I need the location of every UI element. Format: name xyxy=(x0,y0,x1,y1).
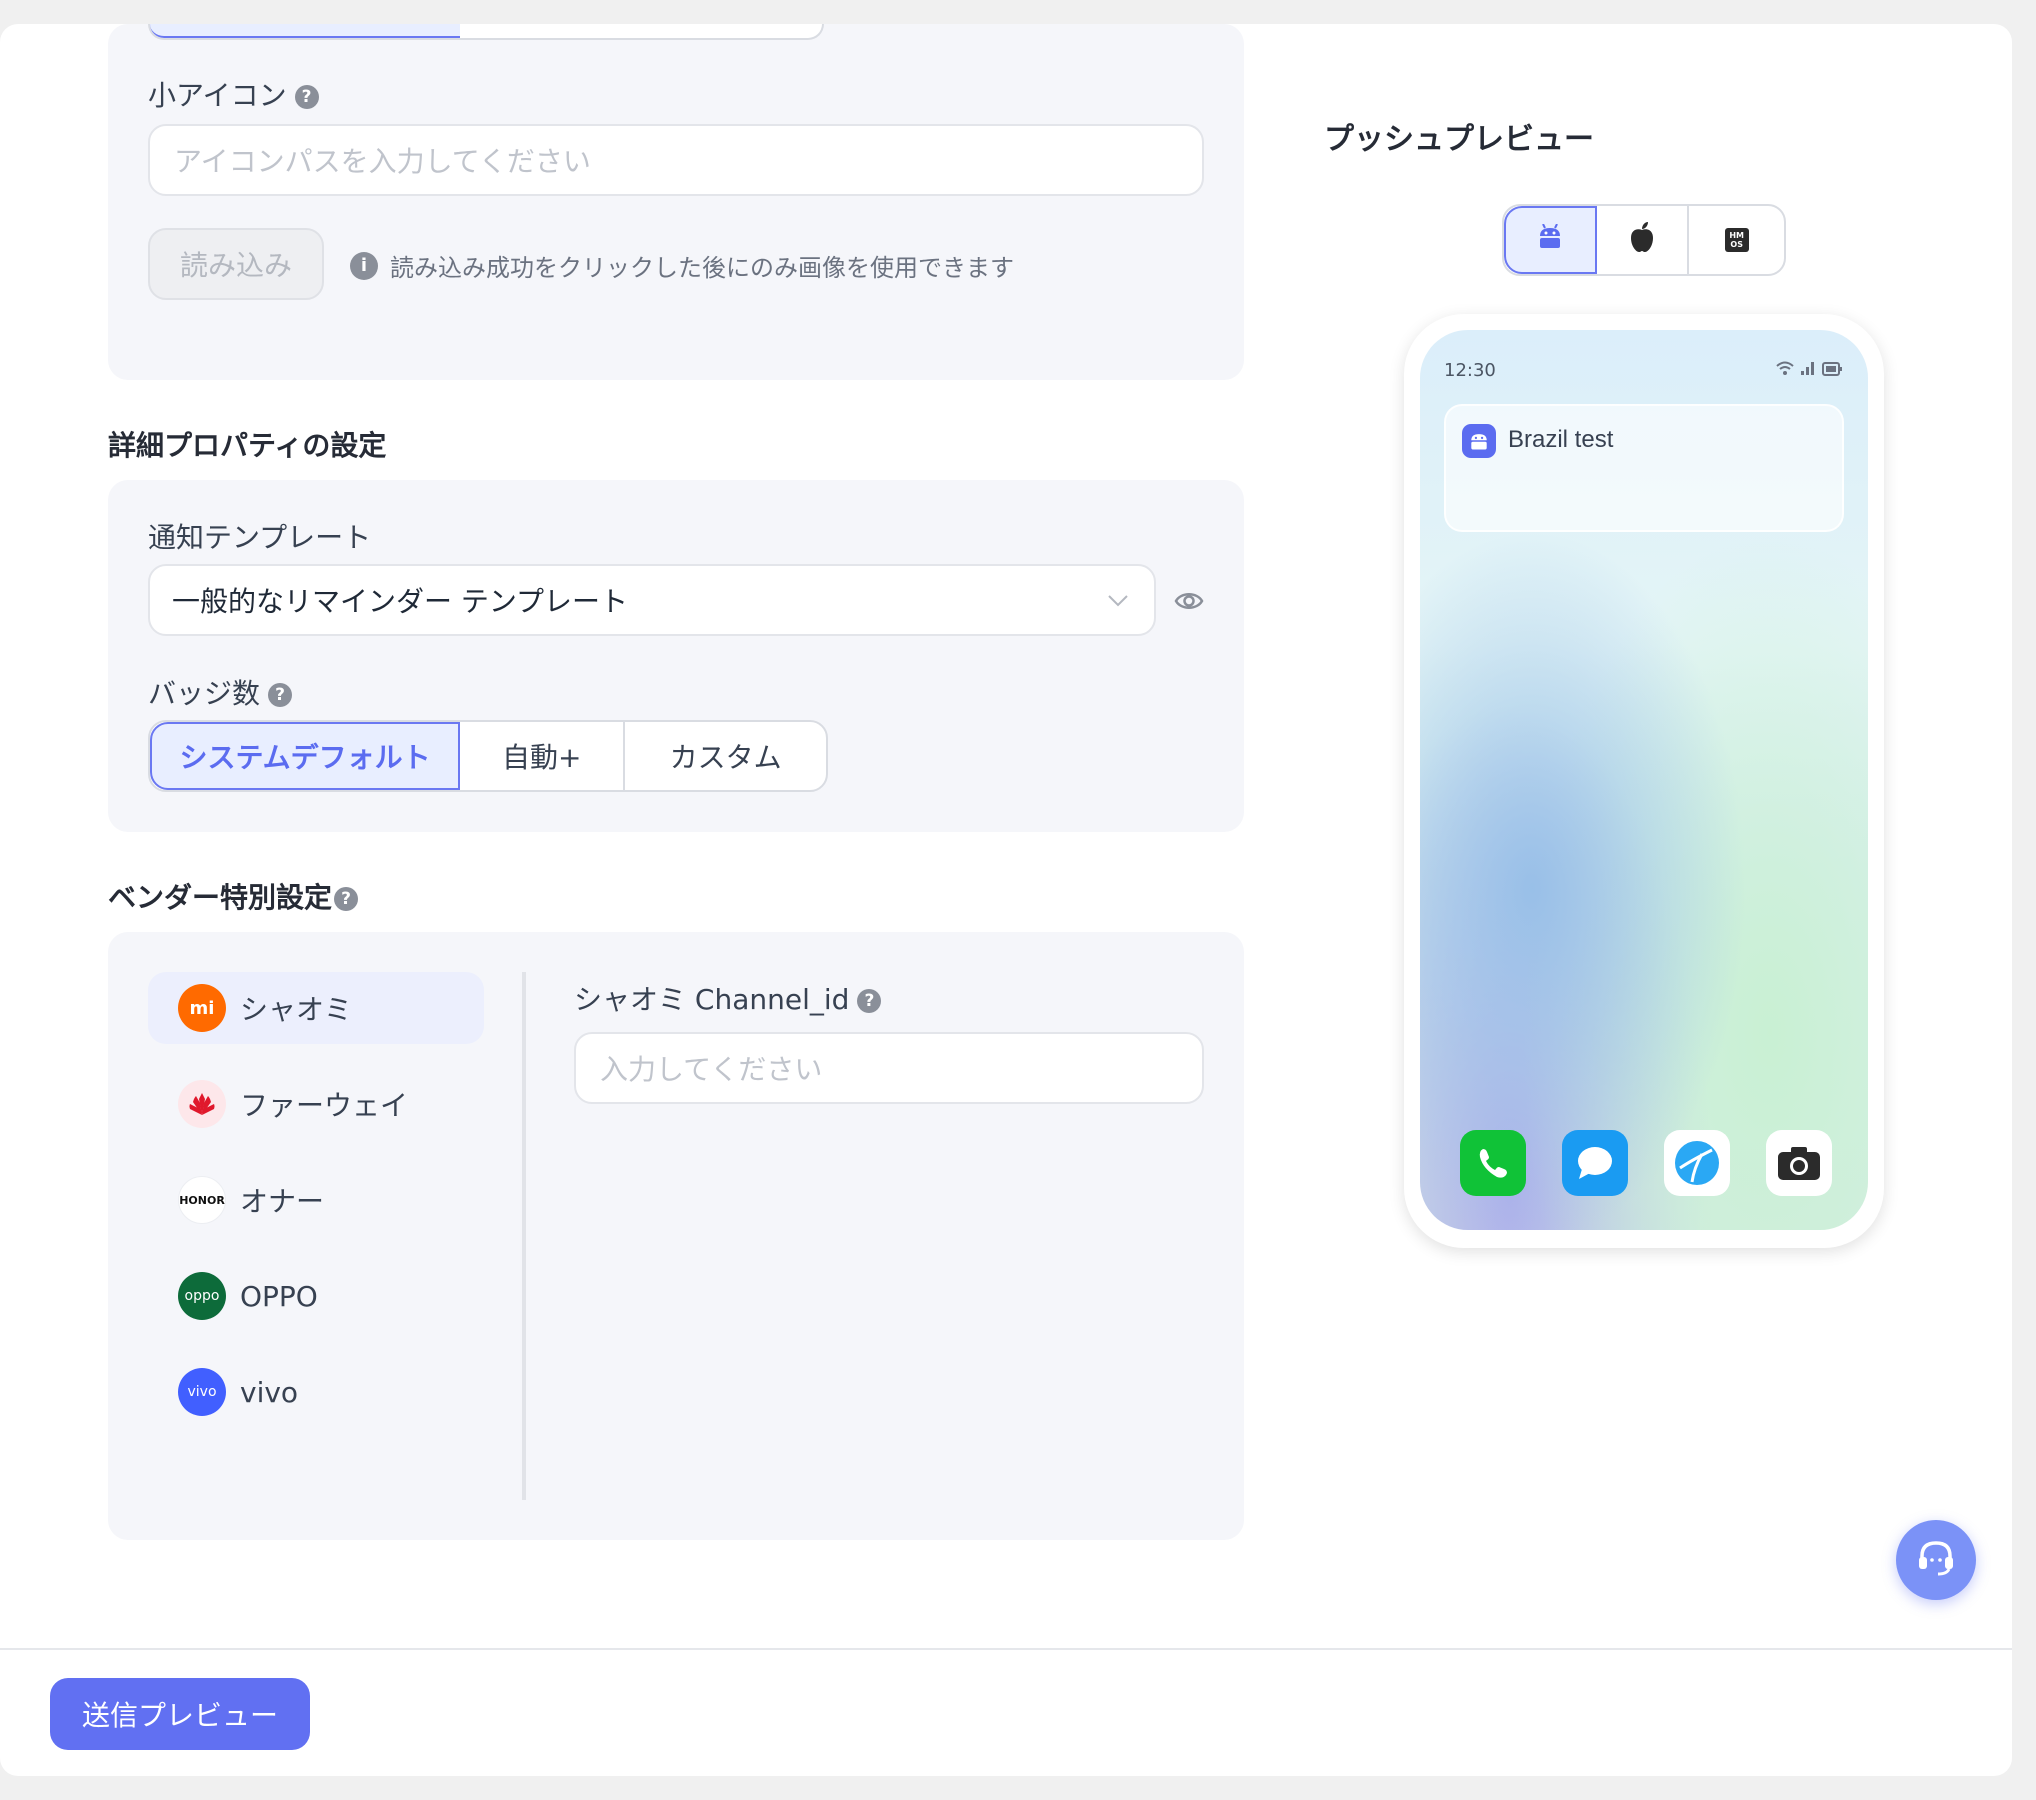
chevron-down-icon xyxy=(1106,586,1130,619)
icon-path-input[interactable]: アイコンパスを入力してください xyxy=(148,124,1204,196)
scrolled-segment-fragment xyxy=(148,24,824,40)
vivo-logo-icon: vivo xyxy=(178,1368,226,1416)
badge-option-custom[interactable]: カスタム xyxy=(625,722,826,790)
vendor-heading: ベンダー特別設定? xyxy=(108,876,359,916)
send-preview-label: 送信プレビュー xyxy=(81,1699,278,1732)
platform-tab-ios[interactable] xyxy=(1597,206,1690,274)
oppo-logo-icon: oppo xyxy=(178,1272,226,1320)
android-icon xyxy=(1536,223,1564,257)
badge-label: バッジ数? xyxy=(148,672,293,712)
preview-heading: プッシュプレビュー xyxy=(1324,122,1594,157)
advanced-heading: 詳細プロパティの設定 xyxy=(108,429,387,462)
platform-tab-android[interactable] xyxy=(1504,206,1597,274)
badge-option-auto-plus[interactable]: 自動+ xyxy=(460,722,626,790)
camera-app-icon xyxy=(1766,1130,1832,1196)
load-button[interactable]: 読み込み xyxy=(148,228,324,300)
battery-icon xyxy=(1822,361,1842,380)
info-icon: i xyxy=(350,251,378,280)
phone-app-icon xyxy=(1460,1130,1526,1196)
vendor-item-vivo[interactable]: vivo vivo xyxy=(148,1356,484,1428)
phone-screen: 12:30 Brazil test xyxy=(1420,330,1868,1230)
vendor-item-label: OPPO xyxy=(240,1279,318,1313)
apple-icon xyxy=(1628,221,1656,260)
template-select[interactable]: 一般的なリマインダー テンプレート xyxy=(148,564,1156,636)
wifi-icon xyxy=(1776,360,1794,380)
status-time: 12:30 xyxy=(1444,360,1496,381)
messages-app-icon xyxy=(1562,1130,1628,1196)
footer-divider xyxy=(0,1648,2012,1650)
notification-card[interactable]: Brazil test xyxy=(1444,404,1844,532)
template-select-value: 一般的なリマインダー テンプレート xyxy=(172,585,629,618)
platform-tabs: HM OS xyxy=(1502,204,1786,276)
phone-mockup: 12:30 Brazil test xyxy=(1404,314,1884,1248)
small-icon-label: 小アイコン? xyxy=(148,74,319,114)
vendor-item-label: ファーウェイ xyxy=(240,1089,409,1122)
channel-id-placeholder: 入力してください xyxy=(600,1053,823,1086)
send-preview-button[interactable]: 送信プレビュー xyxy=(50,1678,310,1750)
channel-id-input[interactable]: 入力してください xyxy=(574,1032,1204,1104)
channel-id-label: シャオミ Channel_id? xyxy=(574,978,882,1018)
xiaomi-logo-icon: mi xyxy=(178,984,226,1032)
signal-icon xyxy=(1800,360,1816,380)
badge-option-system-default[interactable]: システムデフォルト xyxy=(150,722,461,790)
app-icon xyxy=(1462,424,1496,458)
load-hint: i 読み込み成功をクリックした後にのみ画像を使用できます xyxy=(350,248,1014,283)
load-hint-text: 読み込み成功をクリックした後にのみ画像を使用できます xyxy=(390,254,1014,282)
platform-tab-harmonyos[interactable]: HM OS xyxy=(1689,206,1784,274)
help-icon[interactable]: ? xyxy=(294,85,319,109)
honor-logo-icon: HONOR xyxy=(178,1176,226,1224)
vendor-item-label: オナー xyxy=(240,1185,325,1218)
vendor-item-oppo[interactable]: oppo OPPO xyxy=(148,1260,484,1332)
help-icon[interactable]: ? xyxy=(334,887,359,911)
vendor-item-xiaomi[interactable]: mi シャオミ xyxy=(148,972,484,1044)
eye-icon[interactable] xyxy=(1174,586,1204,616)
huawei-logo-icon xyxy=(178,1080,226,1128)
support-headset-button[interactable] xyxy=(1896,1520,1976,1600)
notification-title: Brazil test xyxy=(1508,426,1614,453)
harmonyos-icon: HM OS xyxy=(1724,228,1749,252)
vendor-divider xyxy=(522,972,526,1500)
load-button-label: 読み込み xyxy=(179,249,292,282)
vendor-item-huawei[interactable]: ファーウェイ xyxy=(148,1068,484,1140)
vendor-item-honor[interactable]: HONOR オナー xyxy=(148,1164,484,1236)
template-label: 通知テンプレート xyxy=(148,521,372,554)
harmonyos-icon-text: HM OS xyxy=(1729,231,1745,249)
vendor-item-label: シャオミ xyxy=(240,993,353,1026)
badge-segmented-control: システムデフォルト 自動+ カスタム xyxy=(148,720,828,792)
headset-icon xyxy=(1914,1536,1958,1584)
icon-path-placeholder: アイコンパスを入力してください xyxy=(174,145,591,178)
vendor-item-label: vivo xyxy=(240,1375,299,1409)
browser-app-icon xyxy=(1664,1130,1730,1196)
help-icon[interactable]: ? xyxy=(857,989,882,1013)
help-icon[interactable]: ? xyxy=(268,683,293,707)
